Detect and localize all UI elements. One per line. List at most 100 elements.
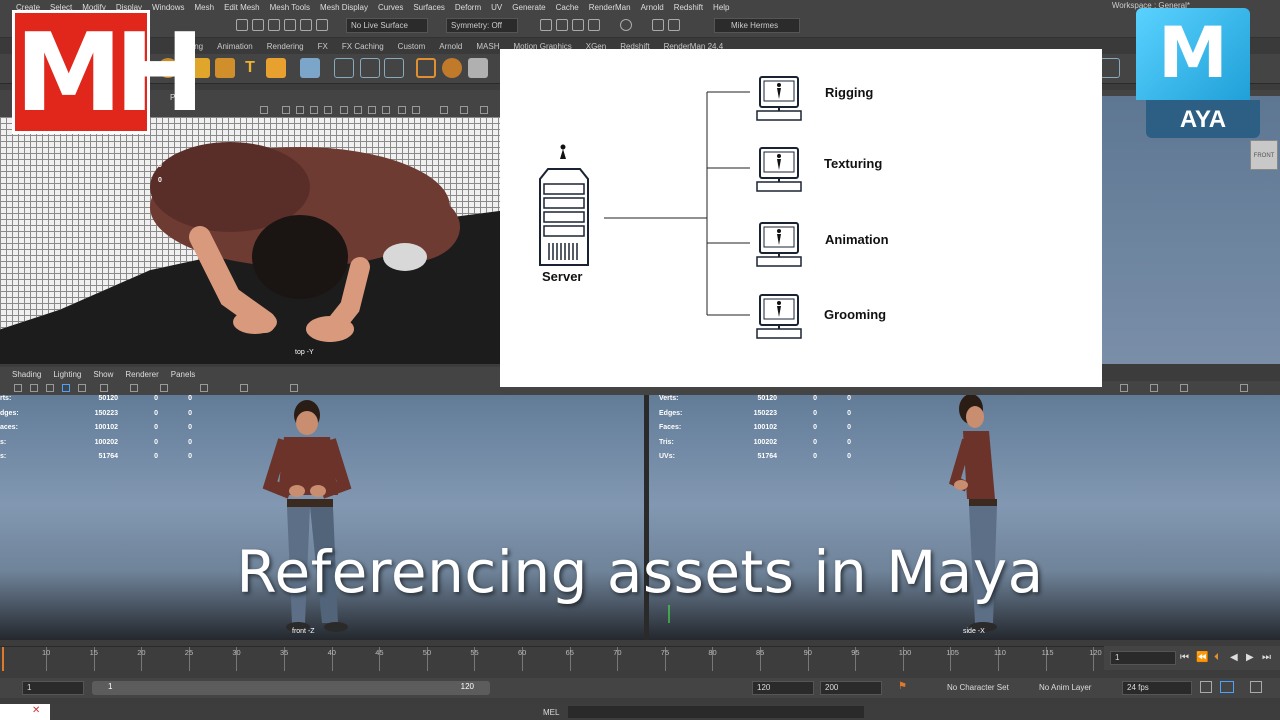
bottom-view-icon-5[interactable] (78, 384, 86, 392)
viewcube[interactable]: FRONT (1250, 140, 1278, 170)
bottom-view-icon-10[interactable] (240, 384, 248, 392)
shelf-tab-rendering[interactable]: Rendering (267, 42, 304, 51)
active-shelf-tool-icon[interactable] (416, 58, 436, 78)
bottom-view-icon-8[interactable] (160, 384, 168, 392)
view-icon-2[interactable] (282, 106, 290, 114)
play-back-icon[interactable]: ◀ (1230, 652, 1238, 663)
preferences-icon[interactable] (1250, 681, 1262, 693)
layout-tool-icon[interactable] (300, 58, 320, 78)
text-tool-icon[interactable]: T (240, 58, 260, 78)
render-sequence-icon[interactable] (556, 19, 568, 31)
shelf-tab-mash[interactable]: MASH (476, 42, 499, 51)
fps-dropdown[interactable]: 24 fps (1122, 681, 1192, 695)
character-set-dropdown[interactable]: No Character Set (942, 681, 1024, 695)
hypershade-icon[interactable] (620, 19, 632, 31)
menu-item-mesh-tools[interactable]: Mesh Tools (270, 3, 310, 12)
bottom-view-icon-14[interactable] (1180, 384, 1188, 392)
sphere-tool-icon[interactable] (442, 58, 462, 78)
bottom-view-icon-15[interactable] (1240, 384, 1248, 392)
bottom-view-icon-6[interactable] (100, 384, 108, 392)
svg-tool-icon[interactable] (266, 58, 286, 78)
view-icon-14[interactable] (480, 106, 488, 114)
auto-key-icon[interactable]: ⚑ (898, 681, 907, 692)
step-back-key-icon[interactable]: ⏪ (1196, 652, 1208, 663)
menu-item-redshift[interactable]: Redshift (674, 3, 703, 12)
menu-item-deform[interactable]: Deform (455, 3, 481, 12)
menu-item-mesh[interactable]: Mesh (195, 3, 215, 12)
shelf-extra-icon[interactable] (1100, 58, 1120, 78)
view-icon-12[interactable] (440, 106, 448, 114)
bottom-view-icon-3[interactable] (46, 384, 54, 392)
bottom-view-icon-4[interactable] (62, 384, 70, 392)
snap-surface-icon[interactable] (300, 19, 312, 31)
menu-item-help[interactable]: Help (713, 3, 729, 12)
view-icon-13[interactable] (460, 106, 468, 114)
bottom-view-icon-7[interactable] (130, 384, 138, 392)
time-slider[interactable]: 10 15 20 25 30 35 40 45 50 55 60 65 70 75 80 85 90 95 100 1… (0, 646, 1104, 671)
symmetry-dropdown[interactable]: Symmetry: Off (446, 18, 518, 33)
snap-vertex-icon[interactable] (316, 19, 328, 31)
render-frame-icon[interactable] (540, 19, 552, 31)
view-icon-4[interactable] (310, 106, 318, 114)
snap-curve-icon[interactable] (252, 19, 264, 31)
anim-end-field[interactable]: 200 (820, 681, 882, 695)
current-frame-field[interactable]: 1 (1110, 651, 1176, 665)
menu-item-curves[interactable]: Curves (378, 3, 403, 12)
panel-menu-panels[interactable]: Panels (171, 370, 195, 379)
live-surface-field[interactable]: No Live Surface (346, 18, 428, 33)
view-icon-7[interactable] (354, 106, 362, 114)
ipr-render-icon[interactable] (572, 19, 584, 31)
transform-tool-icon[interactable] (334, 58, 354, 78)
shelf-tab-fx-caching[interactable]: FX Caching (342, 42, 384, 51)
menu-item-mesh-display[interactable]: Mesh Display (320, 3, 368, 12)
anim-layer-dropdown[interactable]: No Anim Layer (1034, 681, 1114, 695)
menu-item-edit-mesh[interactable]: Edit Mesh (224, 3, 260, 12)
cube-tool-icon[interactable] (468, 58, 488, 78)
mel-input[interactable] (568, 706, 864, 718)
menu-item-renderman[interactable]: RenderMan (589, 3, 631, 12)
range-slider[interactable]: 1 120 (92, 681, 490, 695)
panel-menu-renderer[interactable]: Renderer (125, 370, 158, 379)
bottom-view-icon-1[interactable] (14, 384, 22, 392)
delete-tool-icon[interactable] (360, 58, 380, 78)
snap-view-icon[interactable] (284, 19, 296, 31)
menu-item-uv[interactable]: UV (491, 3, 502, 12)
step-back-icon[interactable]: ⏴ (1214, 652, 1219, 663)
view-icon-5[interactable] (324, 106, 332, 114)
view-icon-9[interactable] (382, 106, 390, 114)
panel-menu-show[interactable]: Show (93, 370, 113, 379)
playback-options-icon[interactable] (1220, 681, 1234, 693)
shelf-tab-fx[interactable]: FX (318, 42, 328, 51)
close-icon[interactable]: ✕ (32, 705, 40, 716)
end-time-field[interactable]: 120 (752, 681, 814, 695)
playhead[interactable] (2, 647, 4, 671)
menu-item-surfaces[interactable]: Surfaces (413, 3, 445, 12)
play-icon[interactable] (652, 19, 664, 31)
view-icon-8[interactable] (368, 106, 376, 114)
user-account-dropdown[interactable]: Mike Hermes (714, 18, 800, 33)
snap-point-icon[interactable] (268, 19, 280, 31)
mel-label[interactable]: MEL (543, 708, 559, 717)
bottom-view-icon-2[interactable] (30, 384, 38, 392)
view-icon-11[interactable] (412, 106, 420, 114)
bottom-view-icon-9[interactable] (200, 384, 208, 392)
menu-item-generate[interactable]: Generate (512, 3, 545, 12)
play-forward-icon[interactable]: ▶ (1246, 652, 1254, 663)
menu-item-arnold[interactable]: Arnold (641, 3, 664, 12)
shelf-tab-custom[interactable]: Custom (398, 42, 426, 51)
snap-grid-icon[interactable] (236, 19, 248, 31)
panel-menu-shading[interactable]: Shading (12, 370, 41, 379)
shelf-tab-arnold[interactable]: Arnold (439, 42, 462, 51)
coords-tool-icon[interactable] (384, 58, 404, 78)
view-icon-1[interactable] (260, 106, 268, 114)
loop-icon[interactable] (1200, 681, 1212, 693)
go-to-end-icon[interactable]: ⏭ (1262, 652, 1271, 663)
panel-menu-lighting[interactable]: Lighting (53, 370, 81, 379)
pause-icon[interactable] (668, 19, 680, 31)
view-icon-6[interactable] (340, 106, 348, 114)
bottom-view-icon-13[interactable] (1150, 384, 1158, 392)
curve-text-icon[interactable] (215, 58, 235, 78)
bottom-view-icon-11[interactable] (290, 384, 298, 392)
shelf-tab-animation[interactable]: Animation (217, 42, 253, 51)
view-icon-3[interactable] (296, 106, 304, 114)
